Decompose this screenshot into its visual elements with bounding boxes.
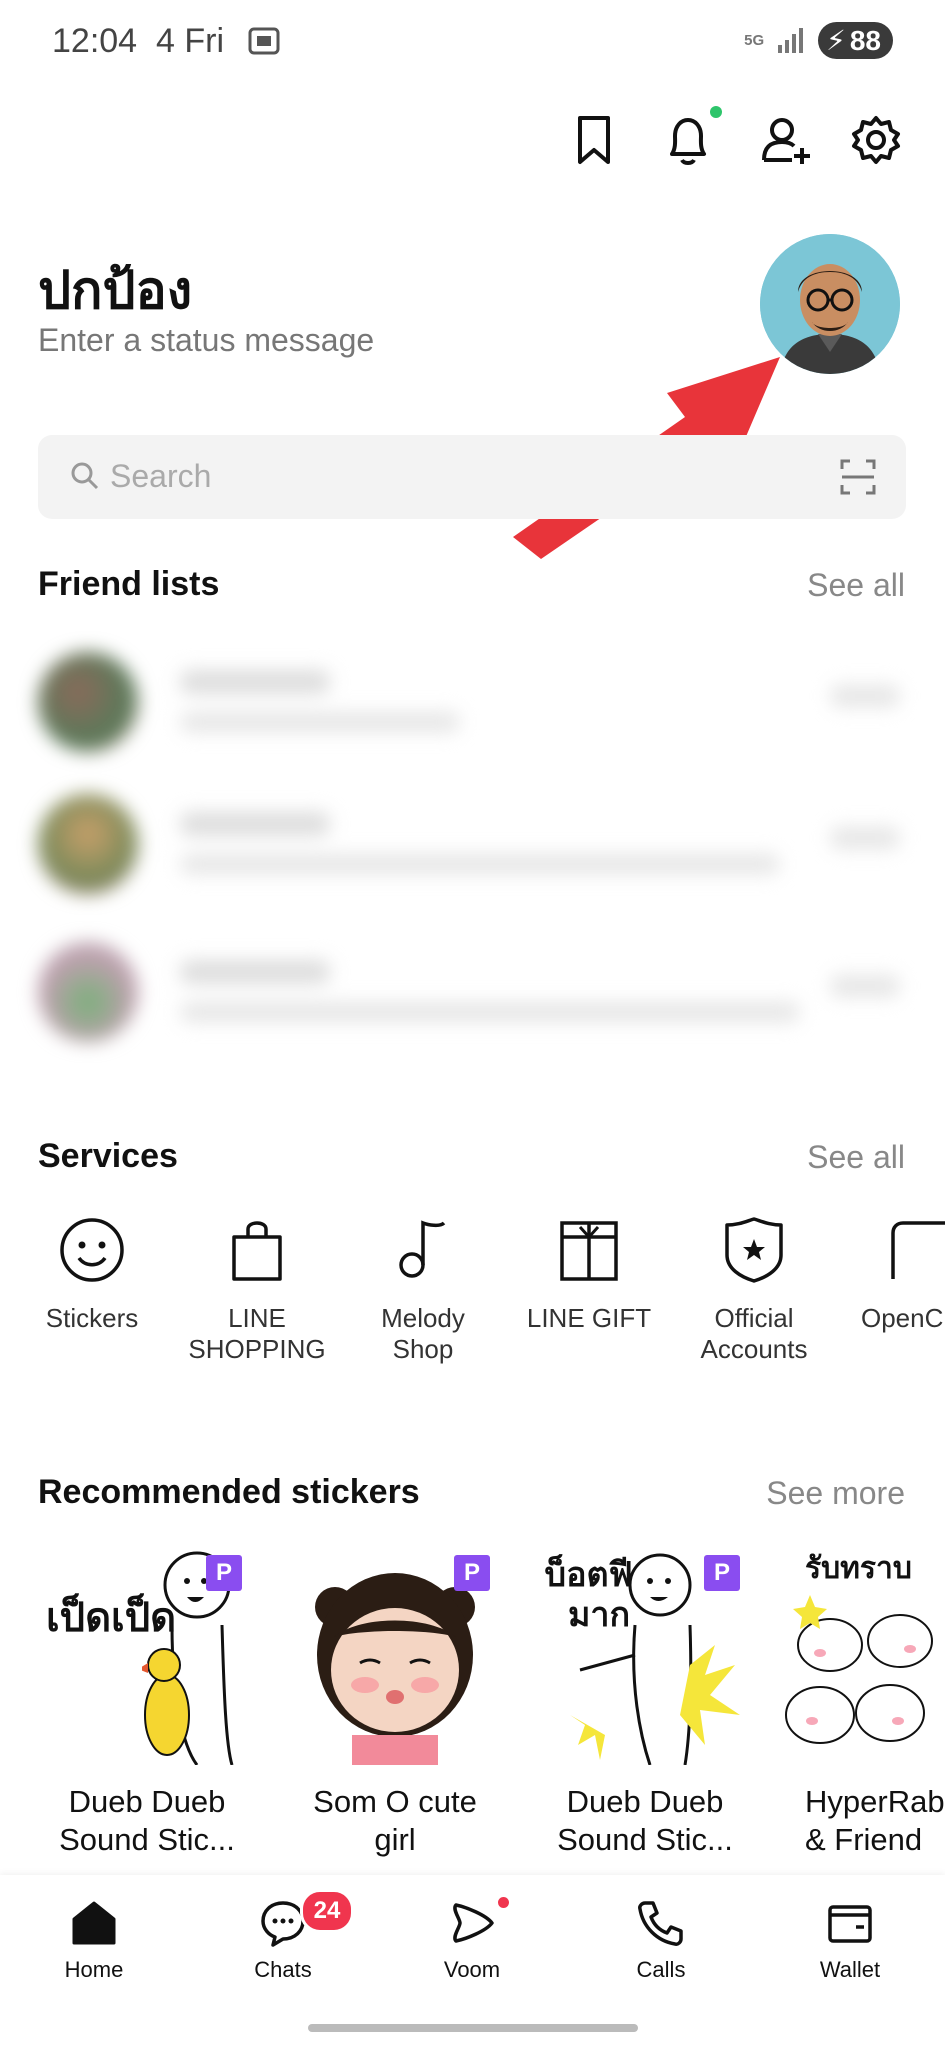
sticker-title: Sound Stic... [59, 1822, 235, 1857]
sticker-title: Dueb Dueb [68, 1784, 226, 1819]
bell-icon[interactable] [658, 110, 718, 170]
nav-calls[interactable]: Calls [586, 1897, 736, 1983]
sticker-title: & Friend [805, 1822, 923, 1857]
sticker-title: HyperRab [805, 1784, 945, 1819]
nav-wallet[interactable]: Wallet [775, 1897, 925, 1983]
shopping-bag-icon [232, 1221, 282, 1281]
status-message[interactable]: Enter a status message [38, 322, 374, 359]
sticker-item[interactable]: บ็อตฟีล มาก P Dueb Dueb Sound Stic... [530, 1545, 760, 1859]
search-icon [71, 462, 99, 490]
bookmark-icon[interactable] [564, 110, 624, 170]
battery-indicator: ⚡ 88 [818, 22, 893, 59]
gift-icon [560, 1221, 618, 1281]
friend-row[interactable] [30, 782, 910, 902]
voom-icon [453, 1903, 494, 1943]
recommended-stickers-title: Recommended stickers [38, 1473, 420, 1511]
scan-icon[interactable] [838, 457, 878, 497]
friend-row[interactable] [30, 930, 910, 1050]
friend-lists-title: Friend lists [38, 565, 220, 603]
voom-new-dot [498, 1897, 509, 1908]
nav-voom[interactable]: Voom [397, 1897, 547, 1983]
premium-badge: P [454, 1555, 490, 1591]
status-bar: 12:04 4 Fri 5G ⚡ 88 [0, 0, 945, 90]
sticker-title: girl [374, 1822, 416, 1857]
friend-row[interactable] [30, 640, 910, 760]
open-chat-icon [891, 1221, 945, 1279]
bottom-nav: Home Chats 24 Voom Calls Wallet [0, 1875, 945, 2048]
service-melody-shop[interactable]: Melody Shop [348, 1215, 498, 1365]
status-indicators: 5G ⚡ 88 [744, 22, 893, 59]
sticker-item[interactable]: เป็ดเป็ด P Dueb Dueb Sound Stic... [32, 1545, 262, 1859]
gear-icon[interactable] [846, 110, 906, 170]
service-stickers[interactable]: Stickers [17, 1215, 167, 1334]
home-icon [72, 1901, 116, 1945]
nav-home[interactable]: Home [19, 1897, 169, 1983]
shield-star-icon [725, 1217, 783, 1283]
status-time: 12:04 4 Fri [52, 22, 281, 61]
stickers-see-more[interactable]: See more [766, 1475, 905, 1512]
services-see-all[interactable]: See all [807, 1139, 905, 1176]
service-line-gift[interactable]: LINE GIFT [514, 1215, 664, 1334]
sticker-title: Sound Stic... [557, 1822, 733, 1857]
sticker-title: Som O cute [313, 1784, 477, 1819]
network-type: 5G [744, 32, 765, 49]
screenshot-icon [248, 27, 280, 55]
service-line-shopping[interactable]: LINE SHOPPING [182, 1215, 332, 1365]
notification-dot [710, 106, 722, 118]
profile-name[interactable]: ปกป้อง [38, 248, 192, 331]
chats-unread-badge: 24 [300, 1889, 354, 1933]
search-bar[interactable] [38, 435, 906, 519]
friend-lists-see-all[interactable]: See all [807, 567, 905, 604]
sticker-image: เป็ดเป็ด P [42, 1545, 252, 1765]
phone-icon [638, 1901, 683, 1946]
music-note-icon [399, 1220, 446, 1278]
premium-badge: P [704, 1555, 740, 1591]
services-title: Services [38, 1137, 178, 1175]
sticker-image: P [290, 1545, 500, 1765]
sticker-item[interactable]: P Som O cute girl [280, 1545, 510, 1859]
sticker-title: Dueb Dueb [566, 1784, 724, 1819]
service-open-chat[interactable]: OpenCh [845, 1215, 945, 1334]
wallet-icon [828, 1905, 872, 1943]
premium-badge: P [206, 1555, 242, 1591]
sticker-image: รับทราบ [775, 1545, 945, 1765]
add-friend-icon[interactable] [756, 110, 816, 170]
charging-icon: ⚡ [826, 25, 846, 56]
sticker-image: บ็อตฟีล มาก P [540, 1545, 750, 1765]
home-indicator[interactable] [308, 2024, 638, 2032]
search-input[interactable] [108, 455, 712, 497]
smile-icon [60, 1218, 124, 1282]
sticker-item[interactable]: รับทราบ HyperRab & Friend [775, 1545, 945, 1859]
signal-icon [778, 27, 804, 53]
service-official-accounts[interactable]: Official Accounts [679, 1215, 829, 1365]
